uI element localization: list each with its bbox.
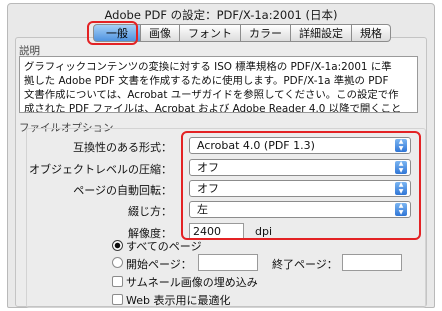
file-options-highlight [181, 131, 421, 240]
description-line: 成された PDF ファイルは、Acrobat および Adobe Reader … [24, 103, 402, 113]
fast-web-view-checkbox[interactable] [112, 294, 123, 305]
embed-thumbnails-label: サムネール画像の埋め込み [126, 276, 258, 289]
tab-color[interactable]: カラー [241, 24, 291, 42]
start-page-label: 開始ページ： [126, 258, 192, 271]
auto-rotate-label: ページの自動回転： [73, 184, 172, 197]
embed-thumbnails-checkbox[interactable] [112, 276, 123, 287]
tab-advanced[interactable]: 詳細設定 [291, 24, 352, 42]
tab-images[interactable]: 画像 [141, 24, 180, 42]
window-title: Adobe PDF の設定：PDF/X-1a:2001 (日本) [104, 8, 338, 22]
page-range-radio[interactable] [112, 257, 123, 268]
fast-web-view-label: Web 表示用に最適化 [126, 294, 231, 307]
start-page-input[interactable] [198, 254, 258, 271]
compatibility-label: 互換性のある形式： [73, 141, 172, 154]
object-compression-label: オブジェクトレベルの圧縮： [29, 163, 172, 176]
binding-label: 綴じ方： [128, 205, 172, 218]
description-line: 文書作成については、Acrobat ユーザガイドを参照してください。この設定で作 [24, 89, 399, 101]
end-page-input[interactable] [342, 254, 402, 271]
tab-standards[interactable]: 規格 [352, 24, 391, 42]
description-line: グラフィックコンテンツの変換に対する ISO 標準規格の PDF/X-1a:20… [24, 61, 392, 73]
end-page-label: 終了ページ： [272, 258, 338, 271]
description-text: グラフィックコンテンツの変換に対する ISO 標準規格の PDF/X-1a:20… [19, 56, 418, 113]
tab-fonts[interactable]: フォント [180, 24, 241, 42]
all-pages-radio[interactable] [112, 240, 123, 251]
general-tab-highlight [87, 21, 138, 45]
settings-window: Adobe PDF の設定：PDF/X-1a:2001 (日本) 一般 画像 フ… [7, 3, 435, 308]
all-pages-label: すべてのページ [126, 240, 202, 253]
description-line: 拠した Adobe PDF 文書を作成するために使用します。PDF/X-1a 準… [24, 75, 389, 87]
